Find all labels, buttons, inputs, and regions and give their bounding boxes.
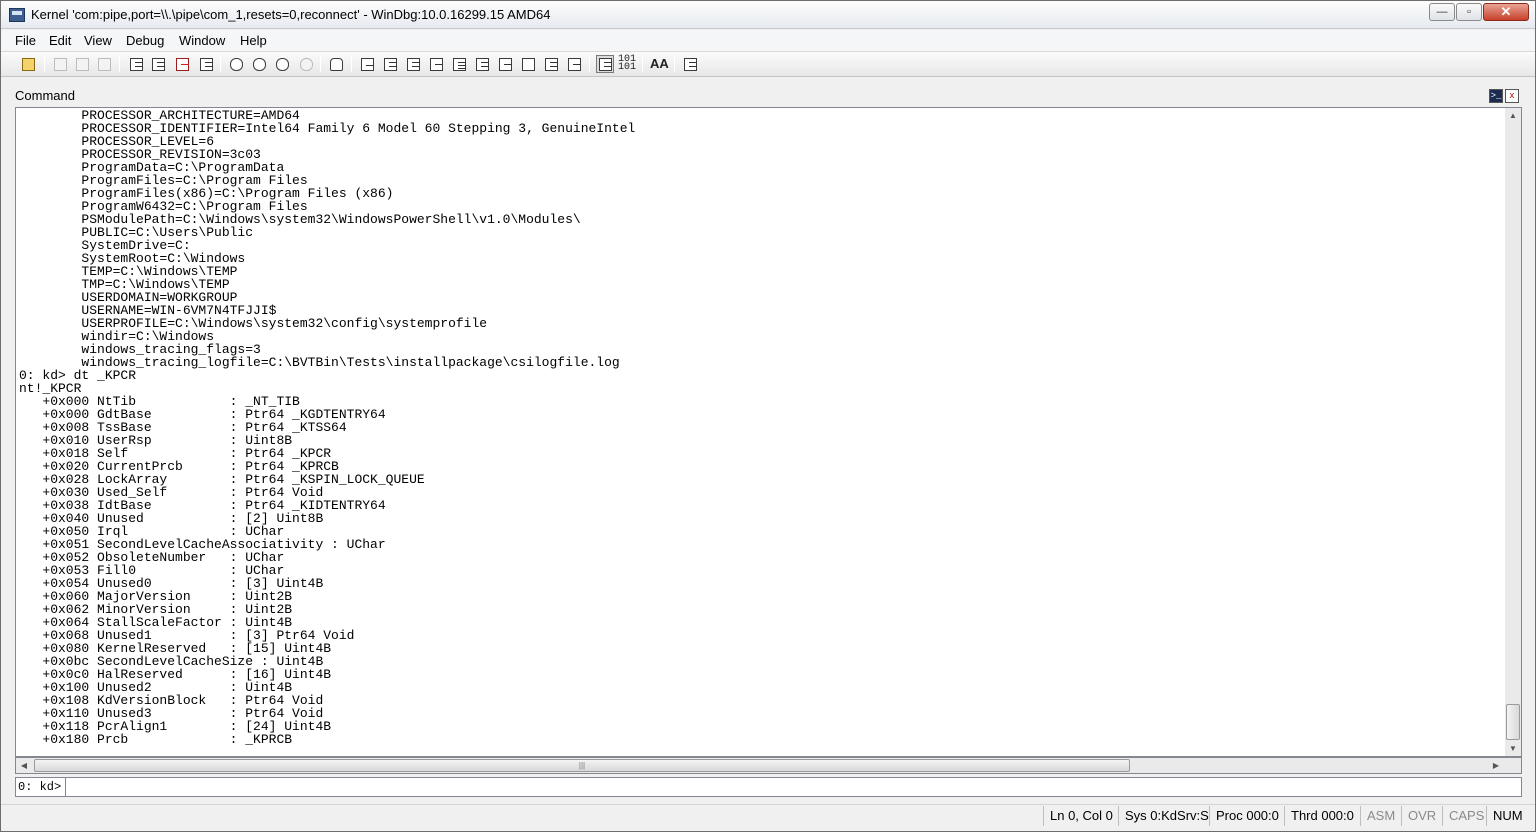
title-bar[interactable]: Kernel 'com:pipe,port=\\.\pipe\com_1,res… [1, 1, 1535, 29]
minimize-button[interactable]: — [1429, 3, 1455, 21]
command-output[interactable]: PROCESSOR_ARCHITECTURE=AMD64 PROCESSOR_I… [15, 107, 1505, 757]
scratch-pad-icon[interactable] [519, 55, 537, 73]
horizontal-scroll-thumb[interactable]: ||| [34, 759, 1130, 772]
disassembly-window-icon[interactable] [496, 55, 514, 73]
status-asm: ASM [1360, 806, 1395, 826]
open-icon[interactable] [19, 55, 37, 73]
menu-bar: File Edit View Debug Window Help [1, 30, 1535, 52]
restart-icon[interactable] [149, 55, 167, 73]
menu-debug[interactable]: Debug [126, 33, 164, 48]
registers-window-icon[interactable] [427, 55, 445, 73]
command-prompt: 0: kd> [18, 778, 67, 796]
maximize-button[interactable]: ▫ [1456, 3, 1482, 21]
command-browser-icon[interactable] [565, 55, 583, 73]
menu-file[interactable]: File [15, 33, 36, 48]
run-to-cursor-icon[interactable] [297, 55, 315, 73]
windbg-app-icon [9, 8, 25, 22]
copy-icon[interactable] [73, 55, 91, 73]
status-position: Ln 0, Col 0 [1043, 806, 1113, 826]
windbg-window: Kernel 'com:pipe,port=\\.\pipe\com_1,res… [0, 0, 1536, 832]
command-window-icon[interactable] [358, 55, 376, 73]
command-input[interactable] [73, 779, 1513, 795]
horizontal-scrollbar[interactable]: ◀ ||| ▶ [15, 757, 1522, 774]
go-icon[interactable] [127, 55, 145, 73]
panel-title: Command [15, 88, 75, 103]
scroll-down-icon[interactable]: ▼ [1505, 741, 1521, 757]
options-icon[interactable] [681, 55, 699, 73]
hand-pointer-icon[interactable] [327, 55, 345, 73]
stop-debugging-icon[interactable] [173, 55, 191, 73]
status-caps: CAPS [1442, 806, 1484, 826]
toolbar: 101 101 AA [1, 52, 1535, 77]
panel-close-icon[interactable]: x [1505, 89, 1519, 103]
close-button[interactable]: ✕ [1483, 3, 1529, 21]
window-title: Kernel 'com:pipe,port=\\.\pipe\com_1,res… [31, 7, 551, 22]
status-thread: Thrd 000:0 [1284, 806, 1354, 826]
output-text: PROCESSOR_ARCHITECTURE=AMD64 PROCESSOR_I… [19, 109, 635, 746]
paste-icon[interactable] [95, 55, 113, 73]
command-panel-header: Command >_ x [9, 87, 1521, 105]
processes-threads-icon[interactable] [542, 55, 560, 73]
step-over-icon[interactable] [250, 55, 268, 73]
source-mode-off-icon[interactable]: 101 101 [618, 55, 636, 73]
scroll-left-icon[interactable]: ◀ [16, 758, 32, 773]
menu-edit[interactable]: Edit [49, 33, 71, 48]
status-bar: Ln 0, Col 0 Sys 0:KdSrv:S Proc 000:0 Thr… [1, 804, 1535, 826]
cut-icon[interactable] [51, 55, 69, 73]
break-icon[interactable] [197, 55, 215, 73]
memory-window-icon[interactable] [450, 55, 468, 73]
output-line: +0x180 Prcb : _KPRCB [19, 732, 293, 747]
watch-window-icon[interactable] [381, 55, 399, 73]
font-icon[interactable]: AA [650, 57, 669, 71]
menu-window[interactable]: Window [179, 33, 225, 48]
scroll-up-icon[interactable]: ▲ [1505, 108, 1521, 124]
status-ovr: OVR [1401, 806, 1436, 826]
status-sys: Sys 0:KdSrv:S [1118, 806, 1209, 826]
call-stack-window-icon[interactable] [473, 55, 491, 73]
scroll-right-icon[interactable]: ▶ [1488, 758, 1504, 773]
vertical-scroll-thumb[interactable] [1506, 704, 1520, 740]
locals-window-icon[interactable] [404, 55, 422, 73]
menu-help[interactable]: Help [240, 33, 267, 48]
step-into-icon[interactable] [227, 55, 245, 73]
status-proc: Proc 000:0 [1209, 806, 1279, 826]
source-mode-icon[interactable] [596, 55, 614, 73]
vertical-scrollbar[interactable]: ▲ ▼ [1505, 107, 1522, 757]
status-num: NUM [1486, 806, 1523, 826]
dock-icon[interactable]: >_ [1489, 89, 1503, 103]
command-input-row: 0: kd> [15, 777, 1522, 797]
menu-view[interactable]: View [84, 33, 112, 48]
step-out-icon[interactable] [273, 55, 291, 73]
